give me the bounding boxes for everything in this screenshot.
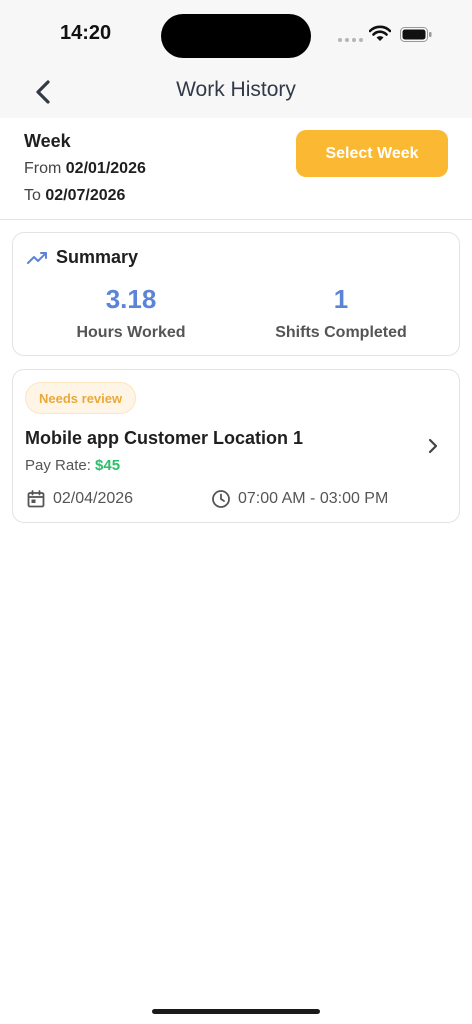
page-title: Work History <box>176 78 296 101</box>
calendar-icon <box>27 490 45 508</box>
shifts-completed-value: 1 <box>333 284 349 314</box>
shift-card[interactable]: Needs review Mobile app Customer Locatio… <box>12 369 460 523</box>
week-from-date: 02/01/2026 <box>65 160 146 177</box>
summary-card: Summary 3.18 Hours Worked 1 Shifts Compl… <box>12 232 460 356</box>
week-from-label: From <box>24 160 62 177</box>
status-time: 14:20 <box>60 22 112 44</box>
week-title: Week <box>24 131 71 151</box>
hours-worked-value: 3.18 <box>105 284 157 314</box>
wifi-icon <box>369 25 391 41</box>
week-section: Week From 02/01/2026 To 02/07/2026 Selec… <box>0 118 472 220</box>
summary-title: Summary <box>56 247 139 267</box>
hours-worked-label: Hours Worked <box>76 324 186 341</box>
shift-date: 02/04/2026 <box>53 490 134 507</box>
trending-up-icon <box>27 252 47 264</box>
shift-time-range: 07:00 AM - 03:00 PM <box>238 490 389 507</box>
shifts-completed-label: Shifts Completed <box>275 324 407 341</box>
nav-bar: Work History <box>0 66 472 118</box>
dynamic-island <box>161 14 311 58</box>
pay-rate-label: Pay Rate: <box>25 457 91 474</box>
status-bar: 14:20 <box>0 0 472 66</box>
shift-location: Mobile app Customer Location 1 <box>25 428 304 448</box>
home-indicator[interactable] <box>152 1009 320 1014</box>
select-week-button[interactable]: Select Week <box>296 130 448 177</box>
week-to-date: 02/07/2026 <box>45 187 126 204</box>
clock-icon <box>212 490 230 508</box>
pay-rate-value: $45 <box>95 457 121 474</box>
week-to: To 02/07/2026 <box>24 187 125 205</box>
pay-rate: Pay Rate: $45 <box>25 457 120 474</box>
week-from: From 02/01/2026 <box>24 160 146 178</box>
battery-icon <box>400 27 432 42</box>
signal-dots-icon <box>338 38 363 42</box>
week-to-label: To <box>24 187 41 204</box>
status-badge: Needs review <box>25 382 137 414</box>
chevron-right-icon[interactable] <box>423 436 443 456</box>
